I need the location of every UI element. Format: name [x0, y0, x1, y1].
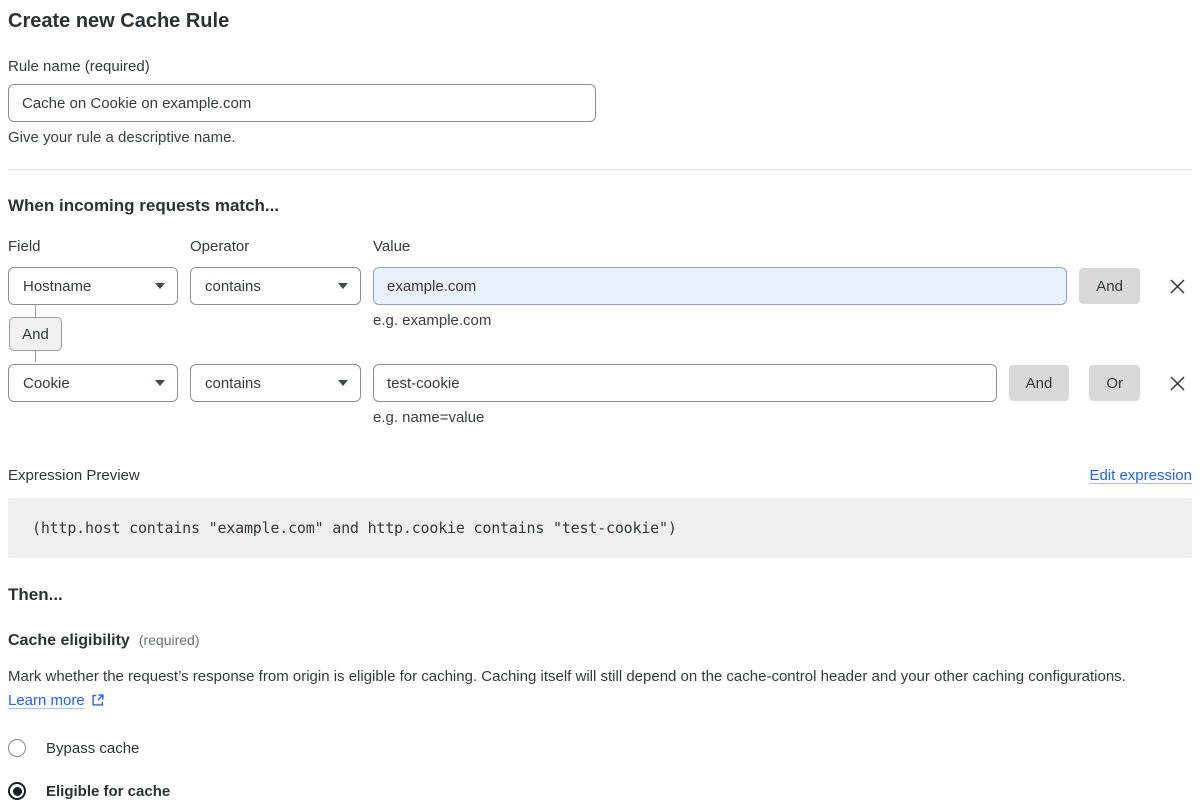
value-input[interactable] [373, 267, 1067, 305]
rule-name-label: Rule name (required) [8, 58, 1192, 75]
and-button[interactable]: And [1009, 365, 1070, 401]
operator-column-label: Operator [190, 238, 361, 255]
cache-eligibility-heading-row: Cache eligibility (required) [8, 632, 1192, 650]
operator-select[interactable]: contains [190, 364, 361, 402]
radio-icon [8, 739, 26, 757]
radio-label: Bypass cache [46, 740, 139, 757]
value-hint: e.g. example.com [373, 312, 1067, 329]
operator-select-value: contains [205, 278, 261, 295]
rule-name-input[interactable] [8, 84, 596, 122]
radio-label: Eligible for cache [46, 783, 170, 800]
value-column: e.g. example.com [373, 267, 1067, 329]
expression-code-text: (http.host contains "example.com" and ht… [32, 519, 677, 537]
radio-icon [8, 782, 26, 800]
operator-select-value: contains [205, 375, 261, 392]
remove-condition-button[interactable] [1162, 268, 1192, 304]
edit-expression-link[interactable]: Edit expression [1089, 467, 1192, 484]
field-select[interactable]: Cookie [8, 364, 178, 402]
expression-preview-header: Expression Preview Edit expression [8, 467, 1192, 484]
value-input[interactable] [373, 364, 997, 402]
cache-eligibility-heading: Cache eligibility [8, 632, 130, 650]
value-column-label: Value [373, 238, 1192, 255]
expression-preview-code: (http.host contains "example.com" and ht… [8, 498, 1192, 558]
chevron-down-icon [338, 283, 348, 289]
chevron-down-icon [155, 283, 165, 289]
field-select-value: Cookie [23, 375, 70, 392]
external-link-icon [91, 693, 105, 707]
operator-select[interactable]: contains [190, 267, 361, 305]
description-text: Mark whether the request’s response from… [8, 668, 1126, 685]
field-select-value: Hostname [23, 278, 91, 295]
field-column-label: Field [8, 238, 178, 255]
field-select[interactable]: Hostname [8, 267, 178, 305]
radio-dot [13, 787, 22, 796]
condition-row-2: Cookie contains e.g. name=value And Or [8, 364, 1192, 426]
rule-name-help: Give your rule a descriptive name. [8, 129, 1192, 146]
create-cache-rule-page: Create new Cache Rule Rule name (require… [0, 0, 1200, 804]
condition-rows: Hostname contains e.g. example.com And A… [8, 267, 1192, 426]
chevron-down-icon [338, 380, 348, 386]
learn-more-link[interactable]: Learn more [8, 692, 85, 709]
connector-and-button[interactable]: And [9, 317, 62, 351]
chevron-down-icon [155, 380, 165, 386]
radio-option-bypass-cache[interactable]: Bypass cache [8, 735, 1192, 761]
cache-eligibility-description: Mark whether the request’s response from… [8, 665, 1163, 713]
value-column: e.g. name=value [373, 364, 997, 426]
and-button[interactable]: And [1079, 268, 1140, 304]
section-divider [8, 169, 1192, 170]
condition-row-1: Hostname contains e.g. example.com And [8, 267, 1192, 329]
required-note: (required) [139, 632, 200, 648]
match-heading: When incoming requests match... [8, 196, 1192, 216]
remove-condition-button[interactable] [1162, 365, 1192, 401]
expression-preview-label: Expression Preview [8, 467, 140, 484]
then-heading: Then... [8, 585, 1192, 605]
page-title: Create new Cache Rule [8, 0, 1192, 34]
close-icon [1168, 374, 1187, 393]
condition-column-labels: Field Operator Value [8, 238, 1192, 255]
value-hint: e.g. name=value [373, 409, 997, 426]
or-button[interactable]: Or [1089, 365, 1140, 401]
radio-option-eligible-for-cache[interactable]: Eligible for cache [8, 778, 1192, 804]
close-icon [1168, 277, 1187, 296]
cache-eligibility-options: Bypass cache Eligible for cache [8, 735, 1192, 804]
